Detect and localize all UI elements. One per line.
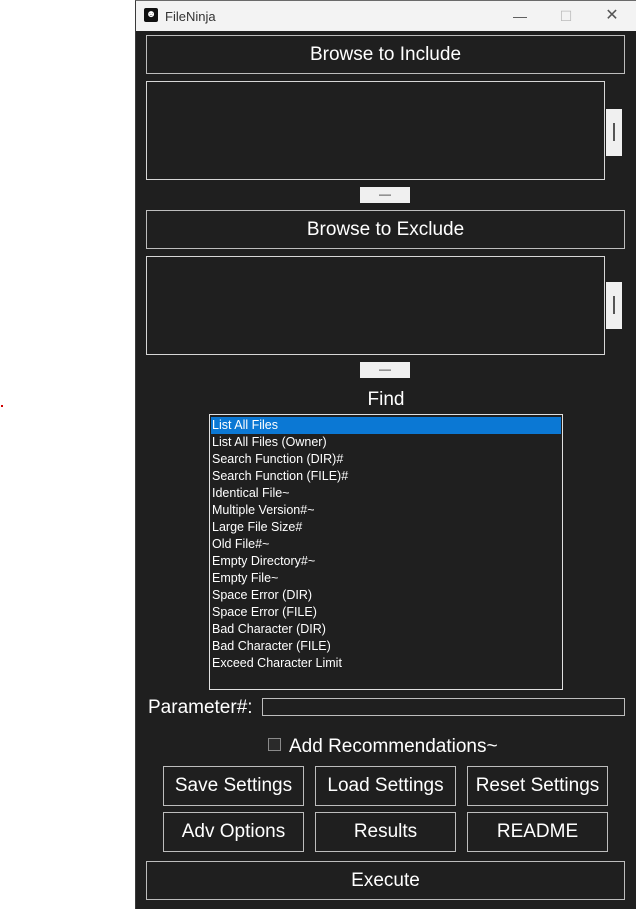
maximize-button[interactable]: ☐ <box>546 5 586 27</box>
find-option[interactable]: Empty Directory#~ <box>211 553 561 570</box>
browse-exclude-button[interactable]: Browse to Exclude <box>146 210 625 249</box>
include-scroll-handle[interactable] <box>606 109 622 156</box>
browse-include-button[interactable]: Browse to Include <box>146 35 625 74</box>
include-remove-button[interactable]: — <box>360 187 410 203</box>
find-label: Find <box>367 389 405 410</box>
window-title: FileNinja <box>165 9 216 24</box>
find-option[interactable]: Exceed Character Limit <box>211 655 561 672</box>
find-option[interactable]: Search Function (DIR)# <box>211 451 561 468</box>
recommendations-row[interactable]: Add Recommendations~ <box>268 736 498 758</box>
title-bar[interactable]: ☻ FileNinja — ☐ ✕ <box>136 1 636 31</box>
find-option[interactable]: Old File#~ <box>211 536 561 553</box>
find-option[interactable]: Multiple Version#~ <box>211 502 561 519</box>
reset-settings-button[interactable]: Reset Settings <box>467 766 608 806</box>
parameter-label: Parameter#: <box>148 697 253 718</box>
find-option[interactable]: Bad Character (DIR) <box>211 621 561 638</box>
exclude-scroll-handle[interactable] <box>606 282 622 329</box>
find-option[interactable]: Empty File~ <box>211 570 561 587</box>
find-option[interactable]: Search Function (FILE)# <box>211 468 561 485</box>
execute-button[interactable]: Execute <box>146 861 625 900</box>
stray-dot <box>1 405 3 407</box>
adv-options-button[interactable]: Adv Options <box>163 812 304 852</box>
minimize-button[interactable]: — <box>500 5 540 27</box>
find-option[interactable]: List All Files <box>211 417 561 434</box>
include-list[interactable] <box>146 81 605 180</box>
find-option[interactable]: Large File Size# <box>211 519 561 536</box>
exclude-remove-button[interactable]: — <box>360 362 410 378</box>
find-option[interactable]: Identical File~ <box>211 485 561 502</box>
results-button[interactable]: Results <box>315 812 456 852</box>
find-option[interactable]: Bad Character (FILE) <box>211 638 561 655</box>
exclude-list[interactable] <box>146 256 605 355</box>
find-listbox[interactable]: List All Files List All Files (Owner) Sear… <box>209 414 563 690</box>
recommendations-label: Add Recommendations~ <box>289 736 498 757</box>
close-button[interactable]: ✕ <box>592 5 632 27</box>
save-settings-button[interactable]: Save Settings <box>163 766 304 806</box>
find-option[interactable]: List All Files (Owner) <box>211 434 561 451</box>
find-option[interactable]: Space Error (FILE) <box>211 604 561 621</box>
fileninja-window: ☻ FileNinja — ☐ ✕ Browse to Include — Br… <box>135 0 636 909</box>
find-option[interactable]: Space Error (DIR) <box>211 587 561 604</box>
parameter-input[interactable] <box>262 698 625 716</box>
readme-button[interactable]: README <box>467 812 608 852</box>
ninja-app-icon: ☻ <box>144 8 158 22</box>
load-settings-button[interactable]: Load Settings <box>315 766 456 806</box>
recommendations-checkbox[interactable] <box>268 738 281 752</box>
